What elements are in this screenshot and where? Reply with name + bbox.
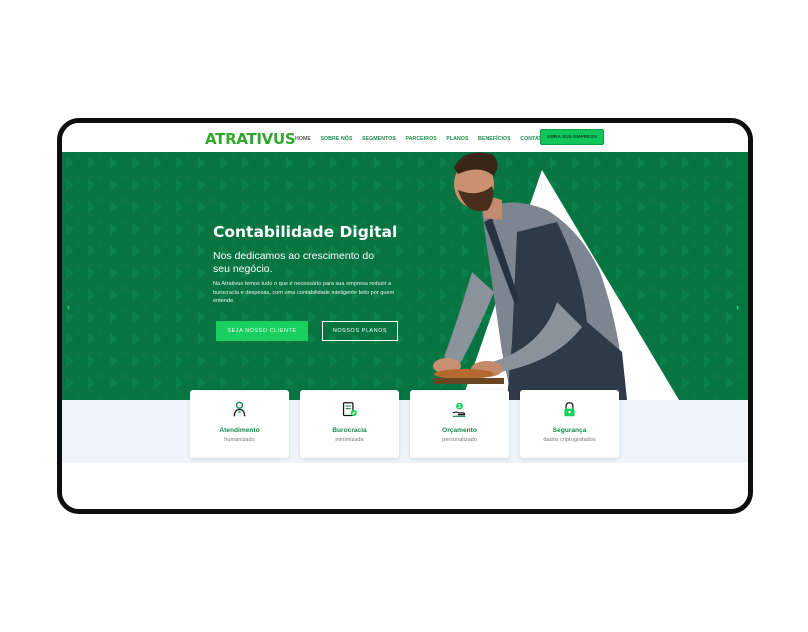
hero-title: Contabilidade Digital — [213, 223, 398, 241]
website-screen: ATRATIVUS HOME SOBRE NÓS SEGMENTOS PARCE… — [62, 123, 748, 509]
open-company-button[interactable]: ABRA SUA EMPRESA — [540, 129, 604, 145]
feature-title: Segurança — [552, 427, 587, 434]
device-frame: ATRATIVUS HOME SOBRE NÓS SEGMENTOS PARCE… — [57, 118, 753, 514]
money-hand-icon: $ — [452, 402, 466, 417]
feature-title: Atendimento — [219, 427, 260, 434]
brand-logo[interactable]: ATRATIVUS — [205, 130, 296, 148]
nav-parceiros[interactable]: PARCEIROS — [405, 136, 436, 142]
become-client-button[interactable]: SEJA NOSSO CLIENTE — [216, 321, 308, 341]
feature-card-atendimento: Atendimento humanizado — [190, 390, 289, 458]
nav-home[interactable]: HOME — [295, 136, 311, 142]
padlock-icon — [564, 402, 575, 417]
nav-planos[interactable]: PLANOS — [446, 136, 468, 142]
feature-subtitle: personalizado — [442, 437, 477, 443]
feature-card-orcamento: $ Orçamento personalizado — [410, 390, 509, 458]
our-plans-button[interactable]: NOSSOS PLANOS — [322, 321, 398, 341]
document-check-icon — [342, 402, 357, 417]
feature-subtitle: minimizada — [335, 437, 364, 443]
feature-card-seguranca: Segurança dados criptografados — [520, 390, 619, 458]
nav-segmentos[interactable]: SEGMENTOS — [362, 136, 396, 142]
feature-subtitle: dados criptografados — [543, 437, 596, 443]
feature-title: Burocracia — [332, 427, 367, 434]
nav-sobre-nos[interactable]: SOBRE NÓS — [320, 136, 352, 142]
chef-photo — [433, 152, 627, 400]
hero-subtitle: Nos dedicamos ao crescimento do seu negó… — [213, 250, 375, 275]
svg-text:$: $ — [458, 404, 461, 410]
feature-subtitle: humanizado — [224, 437, 255, 443]
feature-card-burocracia: Burocracia minimizada — [300, 390, 399, 458]
features-strip — [62, 400, 748, 463]
main-menu: HOME SOBRE NÓS SEGMENTOS PARCEIROS PLANO… — [295, 136, 555, 142]
person-icon — [233, 401, 246, 417]
hero-banner: Contabilidade Digital Nos dedicamos ao c… — [62, 152, 748, 400]
nav-beneficios[interactable]: BENEFÍCIOS — [478, 136, 511, 142]
slider-next-icon[interactable]: › — [736, 302, 739, 312]
feature-title: Orçamento — [442, 427, 477, 434]
hero-description: Na Atrativus temos tudo o que é necessár… — [213, 281, 395, 304]
slider-prev-icon[interactable]: ‹ — [67, 302, 70, 312]
